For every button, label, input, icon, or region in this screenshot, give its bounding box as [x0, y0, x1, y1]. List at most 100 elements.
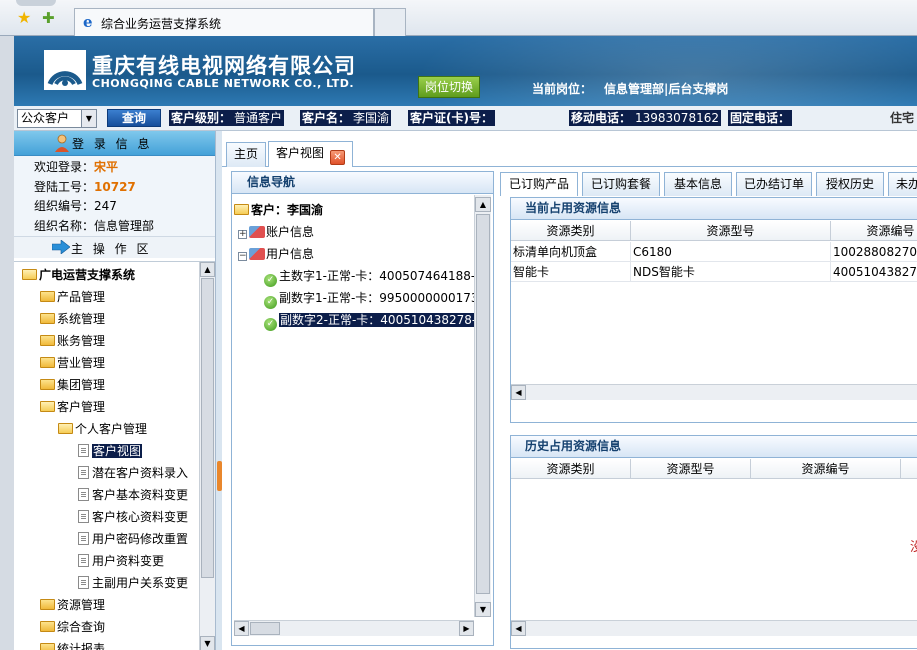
current-resource-title: 当前占用资源信息: [511, 198, 917, 220]
folder-icon: [40, 291, 55, 302]
close-icon[interactable]: ✕: [330, 150, 346, 165]
menu-leaf-password-reset[interactable]: 用户密码修改重置: [78, 529, 188, 549]
current-resource-hscroll[interactable]: ◀: [511, 384, 917, 400]
menu-item-report[interactable]: 统计报表: [40, 639, 105, 650]
info-nav-tree: 客户：李国渝 + 账户信息 − 用户信息 ✓ 主数字1-正常-卡：4005074641…: [232, 195, 493, 645]
history-resource-grid-header: 资源类别 资源型号 资源编号: [511, 459, 917, 479]
customer-name-label: 客户名：: [300, 110, 353, 126]
nav-user-node-2[interactable]: ✓ 副数字1-正常-卡：9950000000173: [264, 288, 479, 309]
menu-item-business[interactable]: 营业管理: [40, 353, 105, 373]
nav-user-node-3[interactable]: ✓ 副数字2-正常-卡：400510438278-机: [264, 310, 490, 331]
customer-type-select[interactable]: 公众客户 ▼: [17, 109, 97, 128]
nav-user-node-1[interactable]: ✓ 主数字1-正常-卡：400507464188-机: [264, 266, 487, 287]
menu-item-product[interactable]: 产品管理: [40, 287, 105, 307]
menu-item-billing[interactable]: 账务管理: [40, 331, 105, 351]
scroll-thumb[interactable]: [250, 622, 280, 635]
nav-customer-node[interactable]: 客户：李国渝: [234, 200, 323, 220]
current-resource-panel: 当前占用资源信息 资源类别 资源型号 资源编号 标清单向机顶盒 C6180 10…: [510, 197, 917, 423]
menu-item-resource[interactable]: 资源管理: [40, 595, 105, 615]
nav-vertical-scrollbar[interactable]: ▲ ▼: [474, 195, 491, 617]
customer-info-area: 已订购产品 已订购套餐 基本信息 已办结订单 授权历史 未办 当前占用资源信息 …: [500, 167, 917, 650]
account-icon: [249, 226, 265, 238]
tab-subscribed-packages[interactable]: 已订购套餐: [582, 172, 660, 196]
table-row[interactable]: 智能卡 NDS智能卡 400510438278: [511, 262, 917, 282]
no-data-message: 没: [910, 536, 917, 555]
column-header[interactable]: 资源型号: [631, 459, 751, 479]
chevron-down-icon[interactable]: ▼: [81, 110, 96, 127]
menu-leaf-basic-info-change[interactable]: 客户基本资料变更: [78, 485, 188, 505]
login-info-header: 登 录 信 息: [14, 131, 215, 156]
menu-item-group[interactable]: 集团管理: [40, 375, 105, 395]
column-header[interactable]: 资源编号: [751, 459, 901, 479]
browser-nav-buttons[interactable]: [16, 0, 56, 6]
nav-horizontal-scrollbar[interactable]: ◀ ▶: [234, 620, 474, 636]
folder-icon: [40, 599, 55, 610]
menu-leaf-core-info-change[interactable]: 客户核心资料变更: [78, 507, 188, 527]
collapse-minus-icon[interactable]: −: [238, 252, 247, 261]
current-post-value: 信息管理部|后台支撑岗: [604, 82, 729, 96]
switch-post-button[interactable]: 岗位切换: [418, 76, 480, 98]
history-resource-title: 历史占用资源信息: [511, 436, 917, 458]
history-resource-hscroll[interactable]: ◀: [511, 620, 917, 636]
scroll-down-icon[interactable]: ▼: [200, 636, 215, 650]
scroll-up-icon[interactable]: ▲: [200, 262, 215, 277]
scroll-up-icon[interactable]: ▲: [475, 197, 491, 212]
table-row[interactable]: 标清单向机顶盒 C6180 100288082708: [511, 242, 917, 262]
menu-root[interactable]: 广电运营支撑系统: [22, 265, 135, 285]
left-sidebar: 登 录 信 息 欢迎登录：宋平 登陆工号：10727 组织编号：247 组织名称…: [14, 131, 215, 650]
tab-customer-view[interactable]: 客户视图 ✕: [268, 141, 354, 167]
scroll-left-icon[interactable]: ◀: [511, 385, 526, 400]
menu-tree: 广电运营支撑系统 产品管理 系统管理 账务管理 营业管理 集团管理 客户管理 个…: [14, 261, 215, 650]
folder-open-icon: [22, 269, 37, 280]
menu-leaf-user-relation-change[interactable]: 主副用户关系变更: [78, 573, 188, 593]
scroll-left-icon[interactable]: ◀: [234, 621, 249, 636]
document-icon: [78, 576, 89, 589]
column-header[interactable]: 资源型号: [631, 221, 831, 241]
expand-plus-icon[interactable]: +: [238, 230, 247, 239]
favorites-star-icon[interactable]: ★: [17, 10, 31, 26]
scroll-left-icon[interactable]: ◀: [511, 621, 526, 636]
menu-item-personal-customer[interactable]: 个人客户管理: [58, 419, 147, 439]
add-favorite-icon[interactable]: ✚: [42, 10, 55, 26]
scroll-down-icon[interactable]: ▼: [475, 602, 491, 617]
tab-home[interactable]: 主页: [226, 142, 267, 167]
folder-icon: [40, 335, 55, 346]
menu-item-customer[interactable]: 客户管理: [40, 397, 105, 417]
nav-account-node[interactable]: + 账户信息: [238, 222, 314, 242]
browser-tab-active[interactable]: e 综合业务运营支撑系统: [74, 8, 374, 36]
menu-item-query[interactable]: 综合查询: [40, 617, 105, 637]
tab-pending[interactable]: 未办: [888, 172, 917, 196]
menu-leaf-user-info-change[interactable]: 用户资料变更: [78, 551, 164, 571]
query-button[interactable]: 查询: [107, 109, 161, 127]
mobile-label: 移动电话：: [569, 110, 634, 126]
menu-scrollbar[interactable]: ▲ ▼: [199, 262, 215, 650]
tab-basic-info[interactable]: 基本信息: [664, 172, 732, 196]
customer-level-value: 普通客户: [232, 110, 285, 126]
info-tab-strip: 已订购产品 已订购套餐 基本信息 已办结订单 授权历史 未办: [500, 172, 917, 196]
tab-auth-history[interactable]: 授权历史: [816, 172, 884, 196]
main-tab-strip: 主页 客户视图 ✕: [222, 131, 917, 167]
company-logo-icon: [44, 50, 86, 90]
ie-page-icon: e: [83, 13, 93, 31]
work-area-header[interactable]: 主 操 作 区: [14, 236, 215, 258]
org-name: 信息管理部: [94, 218, 155, 233]
scroll-thumb[interactable]: [476, 214, 490, 594]
sidebar-collapse-handle[interactable]: [215, 131, 222, 650]
new-tab-button[interactable]: [374, 8, 406, 36]
column-header[interactable]: 资源编号: [831, 221, 917, 241]
folder-icon: [40, 379, 55, 390]
person-icon: [55, 134, 69, 152]
menu-leaf-potential-customer[interactable]: 潜在客户资料录入: [78, 463, 188, 483]
tab-completed-orders[interactable]: 已办结订单: [736, 172, 812, 196]
nav-user-node[interactable]: − 用户信息: [238, 244, 314, 264]
menu-item-system[interactable]: 系统管理: [40, 309, 105, 329]
tab-subscribed-products[interactable]: 已订购产品: [500, 172, 578, 196]
scroll-thumb[interactable]: [201, 278, 214, 578]
column-header[interactable]: 资源类别: [511, 459, 631, 479]
document-icon: [78, 532, 89, 545]
folder-icon: [40, 621, 55, 632]
menu-leaf-customer-view[interactable]: 客户视图: [78, 441, 143, 461]
header-banner: 重庆有线电视网络有限公司 CHONGQING CABLE NETWORK CO.…: [14, 36, 917, 106]
column-header[interactable]: 资源类别: [511, 221, 631, 241]
scroll-right-icon[interactable]: ▶: [459, 621, 474, 636]
